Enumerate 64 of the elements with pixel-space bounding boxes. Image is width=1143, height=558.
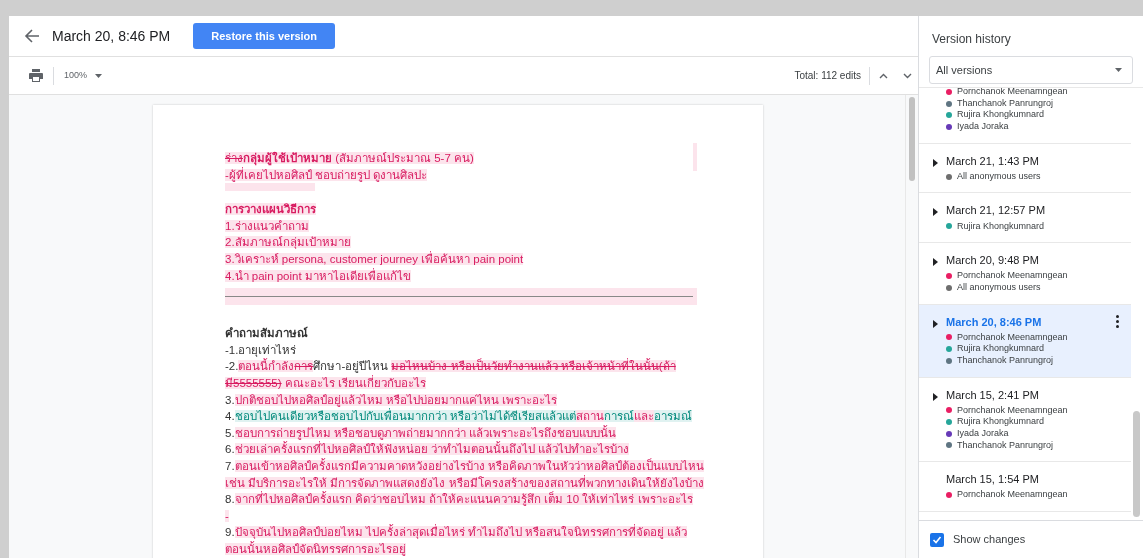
checkbox-label: Show changes <box>953 532 1026 548</box>
document-paragraph: - <box>225 508 230 524</box>
user-name: Rujira Khongkumnard <box>957 342 1045 356</box>
print-icon[interactable] <box>29 69 43 82</box>
document-paragraph: คำถามสัมภาษณ์ <box>225 325 309 342</box>
document-paragraph: 8.จากที่ไปหอศิลป์ครั้งแรก คิดว่าชอบไหม ถ้าให้คะแนนความรู้สึก เต็ม 10 ให้เท่าไหร่ เพราะอะไร <box>225 491 694 508</box>
user-name: Iyada Joraka <box>957 427 1009 441</box>
version-date: March 15, 1:54 PM <box>946 472 1039 487</box>
user-name: Iyada Joraka <box>957 120 1009 134</box>
scrollbar-thumb[interactable] <box>1133 411 1140 517</box>
version-item[interactable]: March 20, 8:46 PM Pornchanok Meenamngean Rujira Khongkumnard Thanchanok Panrungroj <box>919 304 1131 378</box>
version-date: March 20, 8:46 PM <box>946 314 1042 329</box>
expand-icon[interactable] <box>933 319 938 328</box>
user-name: All anonymous users <box>957 169 1041 183</box>
document-paragraph: 4.ชอบไปคนเดียวหรือชอบไปกับเพื่อนมากกว่า หรือว่าไม่ได้ซีเรียสแล้วแต่สถานการณ์และอารมณ์ <box>225 408 693 425</box>
document-paragraph: 5.ชอบการถ่ายรูปไหม หรือชอบดูภาพถ่ายมากกว่า แล้วเพราะอะไรถึงชอบแบบนั้น <box>225 424 617 441</box>
user-name: Rujira Khongkumnard <box>957 219 1045 233</box>
document-paragraph: การวางแผนวิธีการ <box>225 202 317 218</box>
document-paragraph: -1.อายุเท่าไหร่ <box>225 342 298 358</box>
document-paragraph: 3.วิเคราะห์ persona, customer journey เพื่อค้นหา pain point <box>225 250 525 267</box>
document-paragraph: 1.ร่างแนวคำถาม <box>225 218 310 234</box>
user-name: Pornchanok Meenamngean <box>957 88 1068 99</box>
expand-icon[interactable] <box>933 258 938 267</box>
document-paragraph: ร่างกลุ่มผู้ใช้เป้าหมาย (สัมภาษณ์ประมาณ 5-7 คน) <box>225 150 475 166</box>
scrollbar-thumb[interactable] <box>909 97 915 181</box>
version-date: March 20, 9:48 PM <box>946 253 1039 268</box>
document-paragraph: 3.ปกติชอบไปหอศิลป์อยู่แล้วไหม หรือไปบ่อยมากแค่ไหน เพราะอะไร <box>225 392 558 408</box>
more-icon[interactable] <box>1116 314 1119 328</box>
document-paragraph: 7.ตอนเข้าหอศิลป์ครั้งแรกมีความคาดหวังอย่างไรบ้าง หรือคิดภาพในหัวว่าหอศิลป์ต้องเป็นแบบไหน เช่น มีบริการอะไรให้ มีการจัดภาพแสดงยังไง หรือมีโครงสร้างของสถานที่พวกทางเดินให้ยังไงบ้าง <box>225 457 705 491</box>
document-paragraph: 4.นำ pain point มาหาไอเดียเพื่อแก้ไข <box>225 267 412 284</box>
document-paragraph: -ผู้ที่เคยไปหอศิลป์ ชอบถ่ายรูป ดูงานศิลปะ <box>225 166 705 184</box>
user-name: Pornchanok Meenamngean <box>957 330 1068 344</box>
document-paragraph: 9.ปัจจุบันไปหอศิลป์บ่อยไหม ไปครั้งล่าสุดเมื่อไหร่ ทำไมถึงไป หรือสนใจนิทรรศการที่จัดอยู่ แล้วตอนนั้นหอศิลป์จัดนิทรรศการอะไรอยู่ <box>225 524 689 558</box>
user-name: Pornchanok Meenamngean <box>957 403 1068 417</box>
document-paragraph: 2.สัมภาษณ์กลุ่มเป้าหมาย <box>225 235 352 251</box>
user-name: All anonymous users <box>957 280 1041 294</box>
document-paragraph: -2.ตอนนี้กำลังการศึกษา-อยู่ปีไหน มอไหนบ้าง หรือเป็นวัยทำงานแล้ว หรือเจ้าหน้าที่ในนั้น(ถ้ามี5555555) คณะอะไร เรียนเกี่ยวกับอะไร <box>225 358 677 391</box>
user-name: Pornchanok Meenamngean <box>957 488 1068 502</box>
version-filter-dropdown[interactable]: All versions <box>929 56 1133 84</box>
user-name: Thanchanok Panrungroj <box>957 96 1054 110</box>
panel-title: Version history <box>931 31 1012 48</box>
version-date: March 21, 12:57 PM <box>946 203 1046 218</box>
expand-icon[interactable] <box>933 208 938 217</box>
expand-icon[interactable] <box>933 158 938 167</box>
back-arrow-icon[interactable] <box>24 28 40 44</box>
version-item[interactable]: Pornchanok Meenamngean Thanchanok Panrungroj Rujira Khongkumnard Iyada Joraka <box>919 88 1131 144</box>
show-changes-checkbox[interactable] <box>930 532 944 547</box>
chevron-down-icon[interactable] <box>903 72 912 79</box>
version-date: March 21, 1:43 PM <box>946 153 1039 168</box>
user-name: Rujira Khongkumnard <box>957 415 1045 429</box>
user-name: Thanchanok Panrungroj <box>957 353 1054 367</box>
version-date: March 15, 2:41 PM <box>946 387 1039 402</box>
zoom-dropdown[interactable]: 100% <box>64 68 103 83</box>
caret-icon <box>95 73 103 78</box>
user-name: Rujira Khongkumnard <box>957 108 1045 122</box>
edit-count: Total: 112 edits <box>794 69 861 83</box>
user-name: Pornchanok Meenamngean <box>957 269 1068 283</box>
caret-icon <box>1115 68 1122 72</box>
expand-icon[interactable] <box>933 392 938 401</box>
chevron-up-icon[interactable] <box>879 72 888 79</box>
restore-button[interactable]: Restore this version <box>193 23 336 49</box>
user-name: Thanchanok Panrungroj <box>957 438 1054 452</box>
document-paragraph: 6.ช่วยเล่าครั้งแรกที่ไปหอศิลป์ให้ฟังหน่อย ว่าทำไมตอนนั้นถึงไป แล้วไปทำอะไรบ้าง <box>225 441 630 458</box>
version-title: March 20, 8:46 PM <box>52 26 171 46</box>
